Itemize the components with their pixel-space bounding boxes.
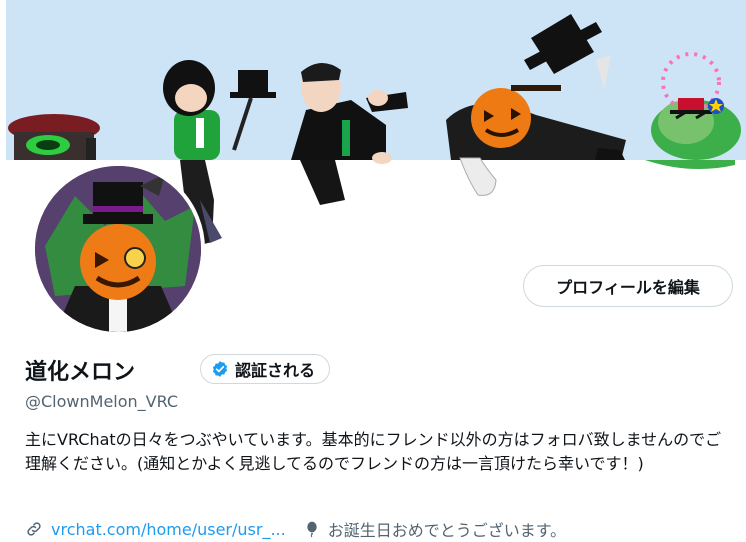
display-name: 道化メロン <box>25 360 136 385</box>
verified-badge-icon <box>212 361 228 377</box>
profile-website-link[interactable]: vrchat.com/home/user/usr_... <box>51 520 286 539</box>
link-icon <box>27 522 41 536</box>
banner-art <box>8 14 741 160</box>
balloon-icon <box>307 521 317 538</box>
header-banner[interactable] <box>6 0 746 160</box>
birthday-text: お誕生日おめでとうございます。 <box>327 521 567 540</box>
edit-profile-button[interactable]: プロフィールを編集 <box>523 265 733 307</box>
verify-label: 認証される <box>235 361 316 380</box>
pumpkin-avatar-art <box>35 166 201 332</box>
user-handle: @ClownMelon_VRC <box>25 392 179 411</box>
profile-meta-row: vrchat.com/home/user/usr_... お誕生日おめでとうござ… <box>25 517 566 541</box>
profile-bio: 主にVRChatの日々をつぶやいています。基本的にフレンド以外の方はフォロバ致し… <box>25 430 722 473</box>
get-verified-button[interactable]: 認証される <box>200 354 331 384</box>
profile-avatar[interactable] <box>31 162 205 336</box>
